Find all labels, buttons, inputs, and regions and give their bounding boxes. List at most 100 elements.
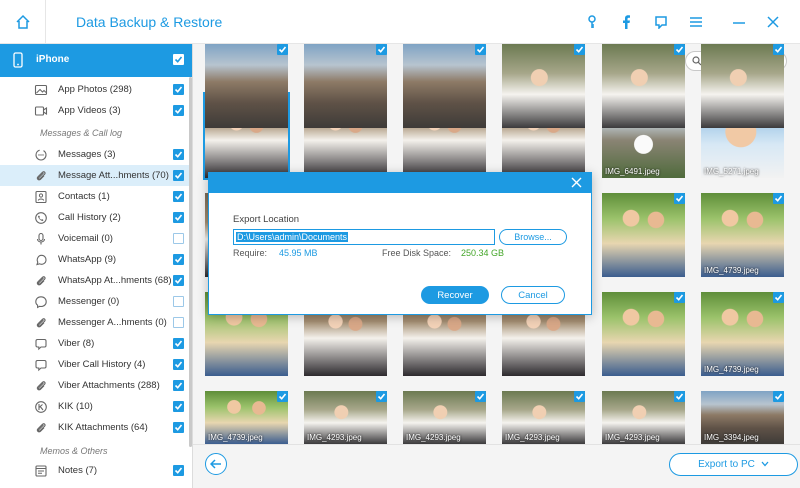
photo-thumbnail[interactable]: IMG_4293.jpeg: [602, 391, 685, 444]
photo-checkbox[interactable]: [376, 391, 387, 402]
photo-thumbnail[interactable]: IMG_3394.jpeg: [701, 391, 784, 444]
sidebar-item[interactable]: Messenger A...hments (0): [0, 312, 192, 333]
photo-checkbox[interactable]: [674, 193, 685, 204]
whatsapp-icon: [36, 254, 47, 266]
sidebar-item-checkbox[interactable]: [173, 380, 184, 391]
sidebar-item[interactable]: Viber Call History (4): [0, 354, 192, 375]
back-button[interactable]: [205, 453, 227, 475]
sidebar-item-label: Message Att...hments (70): [58, 170, 169, 181]
sidebar-item[interactable]: Viber Attachments (288): [0, 375, 192, 396]
photo-thumbnail[interactable]: [205, 44, 288, 128]
photo-checkbox[interactable]: [277, 44, 288, 55]
export-to-pc-button[interactable]: Export to PC: [669, 453, 798, 476]
notes-icon: [35, 465, 47, 477]
photo-checkbox[interactable]: [674, 44, 685, 55]
photo-checkbox[interactable]: [574, 391, 585, 402]
sidebar-item[interactable]: App Photos (298): [0, 79, 192, 100]
key-button[interactable]: [582, 12, 602, 32]
sidebar-item-checkbox[interactable]: [173, 359, 184, 370]
sidebar-item[interactable]: KIK (10): [0, 396, 192, 417]
sidebar-item[interactable]: WhatsApp (9): [0, 249, 192, 270]
photo-checkbox[interactable]: [773, 193, 784, 204]
free-space-info: Free Disk Space: 250.34 GB: [382, 248, 504, 258]
title-bar: Data Backup & Restore: [0, 0, 800, 44]
menu-button[interactable]: [686, 12, 706, 32]
sidebar-item-checkbox[interactable]: [173, 170, 184, 181]
sidebar-item[interactable]: Messages (3): [0, 144, 192, 165]
sidebar-item[interactable]: WhatsApp At...hments (68): [0, 270, 192, 291]
sidebar-item[interactable]: Call History (2): [0, 207, 192, 228]
photo-thumbnail[interactable]: IMG_4739.jpeg: [701, 193, 784, 277]
browse-button[interactable]: Browse...: [499, 229, 567, 245]
sidebar-item-checkbox[interactable]: [173, 105, 184, 116]
export-path-input[interactable]: D:\Users\admin\Documents: [233, 229, 495, 245]
photo-checkbox[interactable]: [773, 391, 784, 402]
photo-thumbnail[interactable]: IMG_4293.jpeg: [403, 391, 486, 444]
photo-thumbnail[interactable]: IMG_4293.jpeg: [502, 391, 585, 444]
device-header[interactable]: iPhone: [0, 44, 192, 77]
device-checkbox[interactable]: [173, 54, 184, 65]
sidebar-item[interactable]: Message Att...hments (70): [0, 165, 192, 186]
cancel-button[interactable]: Cancel: [501, 286, 565, 304]
photo-caption: IMG_3394.jpeg: [704, 433, 759, 442]
sidebar: iPhone App Photos (298) App Videos (3) Mes…: [0, 44, 193, 488]
dialog-close-icon[interactable]: [571, 177, 582, 188]
sidebar-item[interactable]: Voicemail (0): [0, 228, 192, 249]
facebook-button[interactable]: [616, 12, 636, 32]
sidebar-item-checkbox[interactable]: [173, 422, 184, 433]
photo-thumbnail[interactable]: [304, 44, 387, 128]
check-icon: [174, 56, 183, 63]
sidebar-item[interactable]: Contacts (1): [0, 186, 192, 207]
check-icon: [675, 195, 684, 202]
photo-thumbnail[interactable]: [602, 193, 685, 277]
minimize-button[interactable]: [729, 12, 749, 32]
photo-checkbox[interactable]: [475, 44, 486, 55]
sidebar-item-checkbox[interactable]: [173, 275, 184, 286]
sidebar-item[interactable]: Viber (8): [0, 333, 192, 354]
photo-thumbnail[interactable]: [602, 292, 685, 376]
sidebar-item-label: KIK Attachments (64): [58, 422, 148, 433]
photo-thumbnail[interactable]: IMG_4293.jpeg: [304, 391, 387, 444]
photo-checkbox[interactable]: [574, 44, 585, 55]
sidebar-item-checkbox[interactable]: [173, 212, 184, 223]
photo-checkbox[interactable]: [376, 44, 387, 55]
attachment-icon: [36, 276, 46, 286]
sidebar-item-checkbox[interactable]: [173, 191, 184, 202]
sidebar-scrollbar[interactable]: [189, 77, 192, 447]
photo-thumbnail[interactable]: [502, 44, 585, 128]
sidebar-item-label: Voicemail (0): [58, 233, 113, 244]
sidebar-item-checkbox[interactable]: [173, 338, 184, 349]
sidebar-item-checkbox[interactable]: [173, 401, 184, 412]
recover-button[interactable]: Recover: [421, 286, 489, 304]
photo-thumbnail[interactable]: [602, 44, 685, 128]
photo-thumbnail[interactable]: IMG_4739.jpeg: [205, 391, 288, 444]
photo-thumbnail[interactable]: IMG_4739.jpeg: [701, 292, 784, 376]
sidebar-item[interactable]: Notes (7): [0, 460, 192, 481]
feedback-button[interactable]: [651, 12, 671, 32]
close-button[interactable]: [763, 12, 783, 32]
photo-checkbox[interactable]: [773, 292, 784, 303]
photo-checkbox[interactable]: [475, 391, 486, 402]
photo-checkbox[interactable]: [674, 292, 685, 303]
photo-checkbox[interactable]: [773, 44, 784, 55]
photo-checkbox[interactable]: [674, 391, 685, 402]
photo-caption: IMG_4739.jpeg: [704, 266, 759, 275]
sidebar-item-checkbox[interactable]: [173, 317, 184, 328]
photo-thumbnail[interactable]: [701, 44, 784, 128]
sidebar-item-checkbox[interactable]: [173, 254, 184, 265]
sidebar-item[interactable]: App Videos (3): [0, 100, 192, 121]
sidebar-item[interactable]: KIK Attachments (64): [0, 417, 192, 438]
check-icon: [377, 393, 386, 400]
sidebar-item-checkbox[interactable]: [173, 149, 184, 160]
arrow-left-icon: [210, 459, 221, 469]
attachment-icon: [36, 318, 46, 328]
sidebar-item-checkbox[interactable]: [173, 233, 184, 244]
photo-checkbox[interactable]: [277, 391, 288, 402]
photo-thumbnail[interactable]: [403, 44, 486, 128]
home-button[interactable]: [0, 0, 46, 44]
check-icon: [174, 172, 183, 179]
sidebar-item-checkbox[interactable]: [173, 296, 184, 307]
sidebar-item[interactable]: Messenger (0): [0, 291, 192, 312]
sidebar-item-checkbox[interactable]: [173, 84, 184, 95]
sidebar-item-checkbox[interactable]: [173, 465, 184, 476]
